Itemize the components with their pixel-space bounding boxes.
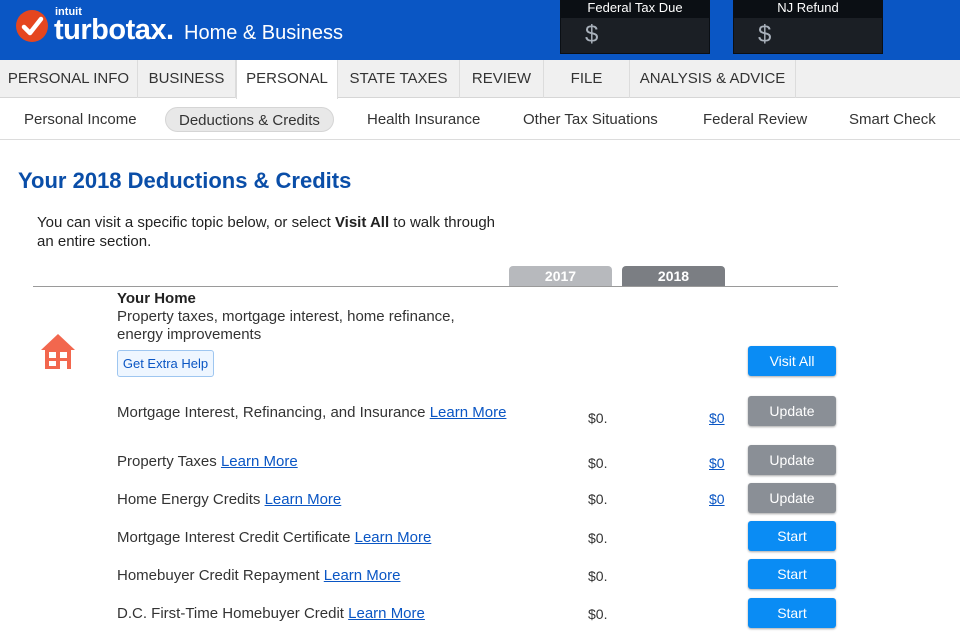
- row-label-text: D.C. First-Time Homebuyer Credit: [117, 605, 344, 622]
- row-label-text: Mortgage Interest, Refinancing, and Insu…: [117, 404, 426, 421]
- tab-analysis-advice[interactable]: ANALYSIS & ADVICE: [630, 60, 796, 98]
- update-button[interactable]: Update: [748, 445, 836, 475]
- row-amount-2017: $0.: [588, 455, 608, 471]
- tab-state-taxes[interactable]: STATE TAXES: [338, 60, 460, 98]
- top-header: intuit turbotax. Home & Business Federal…: [0, 0, 960, 60]
- row-label-text: Homebuyer Credit Repayment: [117, 567, 320, 584]
- visit-all-button[interactable]: Visit All: [748, 346, 836, 376]
- start-button[interactable]: Start: [748, 559, 836, 589]
- year-header-2017: 2017: [509, 266, 612, 286]
- subtab-personal-income[interactable]: Personal Income: [11, 107, 150, 132]
- row-amount-2017: $0.: [588, 568, 608, 584]
- subtab-smart-check[interactable]: Smart Check: [836, 107, 949, 132]
- row-label-text: Mortgage Interest Credit Certificate: [117, 529, 351, 546]
- tab-file[interactable]: FILE: [544, 60, 630, 98]
- federal-tax-label: Federal Tax Due: [587, 0, 683, 15]
- row-label: Property Taxes Learn More: [117, 452, 507, 471]
- house-icon: [39, 331, 77, 376]
- learn-more-link[interactable]: Learn More: [265, 491, 342, 508]
- row-label: Mortgage Interest Credit Certificate Lea…: [117, 528, 507, 547]
- row-amount-2018-link[interactable]: $0: [709, 491, 725, 507]
- federal-tax-box[interactable]: Federal Tax Due $: [560, 0, 710, 54]
- main-tabs: PERSONAL INFO BUSINESS PERSONAL STATE TA…: [0, 60, 960, 99]
- tab-business[interactable]: BUSINESS: [138, 60, 236, 98]
- learn-more-link[interactable]: Learn More: [348, 605, 425, 622]
- update-button[interactable]: Update: [748, 396, 836, 426]
- row-label-text: Property Taxes: [117, 453, 217, 470]
- subtab-other-tax-situations[interactable]: Other Tax Situations: [510, 107, 671, 132]
- update-button[interactable]: Update: [748, 483, 836, 513]
- section-title: Your Home: [117, 290, 196, 307]
- page-title: Your 2018 Deductions & Credits: [18, 168, 352, 193]
- get-extra-help-button[interactable]: Get Extra Help: [117, 350, 214, 377]
- sub-tabs: Personal Income Deductions & Credits Hea…: [0, 99, 960, 140]
- learn-more-link[interactable]: Learn More: [221, 453, 298, 470]
- row-amount-2017: $0.: [588, 410, 608, 426]
- section-description: Property taxes, mortgage interest, home …: [117, 308, 455, 343]
- section-divider: [33, 286, 838, 287]
- year-header-2018: 2018: [622, 266, 725, 286]
- learn-more-link[interactable]: Learn More: [324, 567, 401, 584]
- state-refund-box[interactable]: NJ Refund $: [733, 0, 883, 54]
- brand-turbotax: turbotax.: [54, 14, 174, 46]
- start-button[interactable]: Start: [748, 598, 836, 628]
- row-label: Mortgage Interest, Refinancing, and Insu…: [117, 403, 507, 422]
- row-amount-2018-link[interactable]: $0: [709, 455, 725, 471]
- tab-personal[interactable]: PERSONAL: [236, 60, 338, 99]
- state-refund-label: NJ Refund: [777, 0, 839, 15]
- row-amount-2017: $0.: [588, 530, 608, 546]
- checkmark-icon: [16, 10, 48, 42]
- row-amount-2017: $0.: [588, 491, 608, 507]
- brand-edition: Home & Business: [184, 22, 343, 44]
- federal-tax-amount: $: [561, 18, 709, 53]
- row-amount-2018-link[interactable]: $0: [709, 410, 725, 426]
- intro-pre: You can visit a specific topic below, or…: [37, 214, 335, 231]
- row-amount-2017: $0.: [588, 606, 608, 622]
- row-label-text: Home Energy Credits: [117, 491, 261, 508]
- tab-personal-info[interactable]: PERSONAL INFO: [0, 60, 138, 98]
- row-label: Homebuyer Credit Repayment Learn More: [117, 566, 507, 585]
- learn-more-link[interactable]: Learn More: [355, 529, 432, 546]
- learn-more-link[interactable]: Learn More: [430, 404, 507, 421]
- intro-text: You can visit a specific topic below, or…: [37, 213, 507, 251]
- intro-bold: Visit All: [334, 214, 390, 231]
- start-button[interactable]: Start: [748, 521, 836, 551]
- subtab-federal-review[interactable]: Federal Review: [690, 107, 820, 132]
- row-label: D.C. First-Time Homebuyer Credit Learn M…: [117, 604, 507, 623]
- row-label: Home Energy Credits Learn More: [117, 490, 507, 509]
- tab-review[interactable]: REVIEW: [460, 60, 544, 98]
- subtab-deductions-credits[interactable]: Deductions & Credits: [165, 107, 334, 132]
- subtab-health-insurance[interactable]: Health Insurance: [354, 107, 493, 132]
- state-refund-amount: $: [734, 18, 882, 53]
